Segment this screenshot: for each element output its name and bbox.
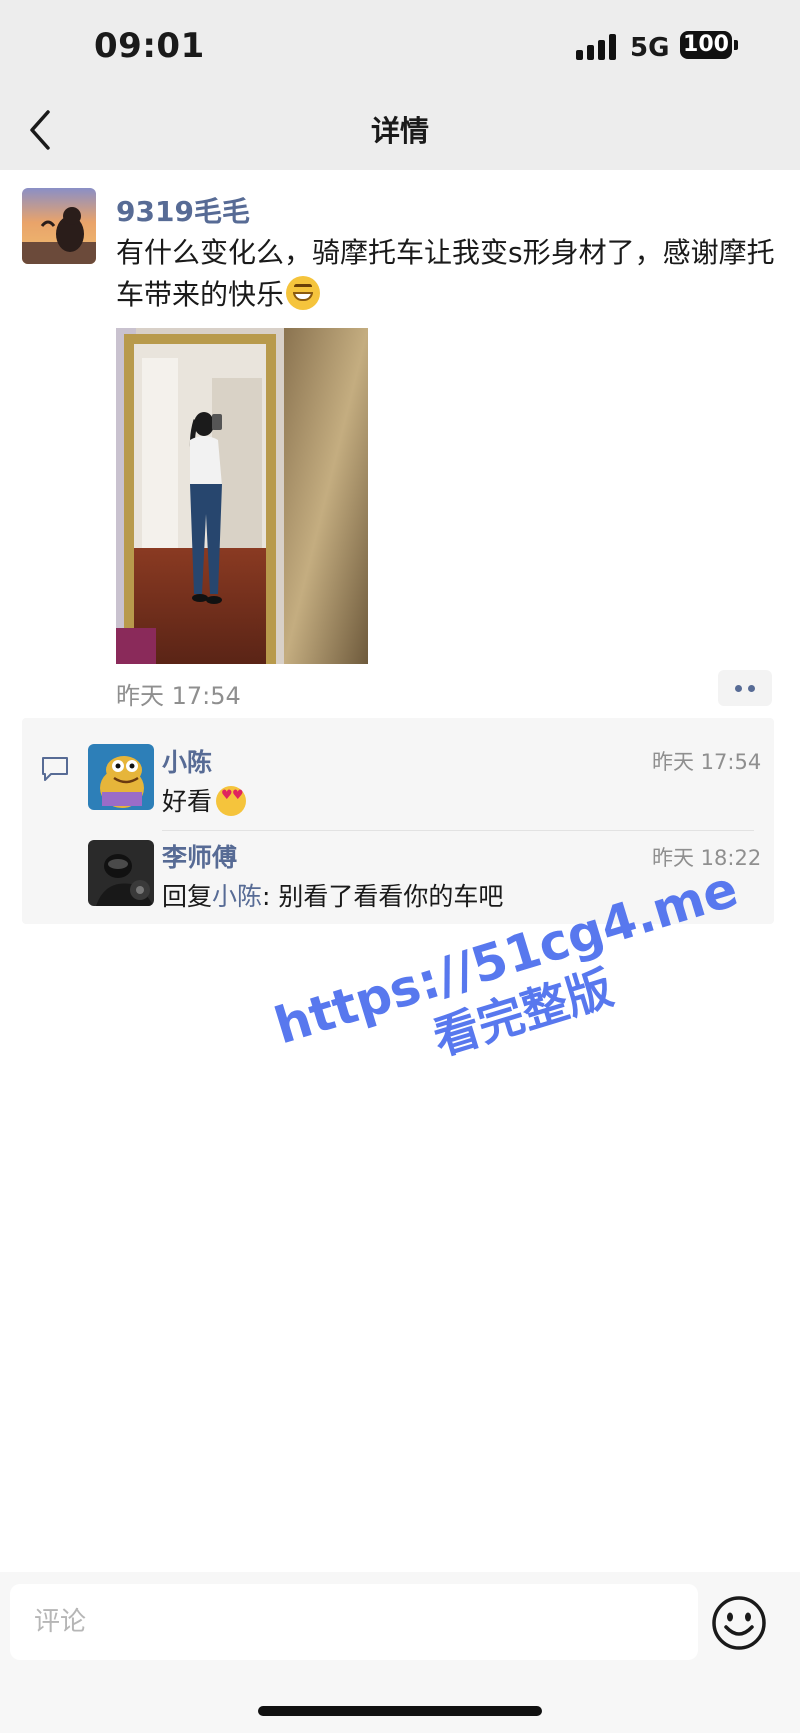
smiley-icon bbox=[712, 1596, 766, 1650]
grinning-face-icon bbox=[286, 276, 321, 310]
signal-icon bbox=[576, 34, 620, 60]
network-type: 5G bbox=[630, 33, 670, 63]
author-avatar[interactable] bbox=[22, 188, 96, 264]
post-text-content: 有什么变化么，骑摩托车让我变s形身材了，感谢摩托车带来的快乐 bbox=[116, 236, 775, 311]
comment-text-content: 好看 bbox=[162, 787, 213, 816]
comment-author[interactable]: 李师傅 bbox=[162, 838, 237, 874]
comment-text: 回复小陈: 别看了看看你的车吧 bbox=[162, 877, 503, 913]
page-title: 详情 bbox=[370, 114, 429, 148]
more-dots-icon bbox=[735, 685, 742, 692]
more-button[interactable] bbox=[718, 670, 772, 706]
comment-time: 昨天 17:54 bbox=[652, 750, 762, 774]
comment-avatar[interactable] bbox=[88, 840, 154, 906]
comment-input[interactable] bbox=[10, 1584, 698, 1660]
status-time: 09:01 bbox=[94, 26, 205, 66]
reply-prefix: 回复 bbox=[162, 882, 213, 911]
battery-icon: 100 bbox=[680, 31, 732, 59]
comment-avatar[interactable] bbox=[88, 744, 154, 810]
comment-divider bbox=[162, 830, 754, 831]
post-text: 有什么变化么，骑摩托车让我变s形身材了，感谢摩托车带来的快乐 bbox=[116, 232, 786, 316]
home-indicator bbox=[258, 1706, 542, 1716]
emoji-button[interactable] bbox=[710, 1594, 768, 1652]
battery-tip bbox=[734, 40, 738, 50]
post-author-name[interactable]: 9319毛毛 bbox=[116, 190, 250, 230]
heart-eyes-face-icon bbox=[216, 786, 247, 816]
comment-author[interactable]: 小陈 bbox=[162, 743, 212, 779]
reply-separator: : bbox=[262, 882, 279, 911]
comment-text-content: 别看了看看你的车吧 bbox=[278, 882, 504, 911]
post-time: 昨天 17:54 bbox=[116, 682, 241, 710]
post-photo[interactable] bbox=[116, 328, 368, 664]
comment-bubble-icon bbox=[40, 754, 70, 784]
comment-text: 好看 bbox=[162, 782, 247, 818]
reply-to-name[interactable]: 小陈 bbox=[212, 882, 262, 911]
more-dots-icon bbox=[748, 685, 755, 692]
